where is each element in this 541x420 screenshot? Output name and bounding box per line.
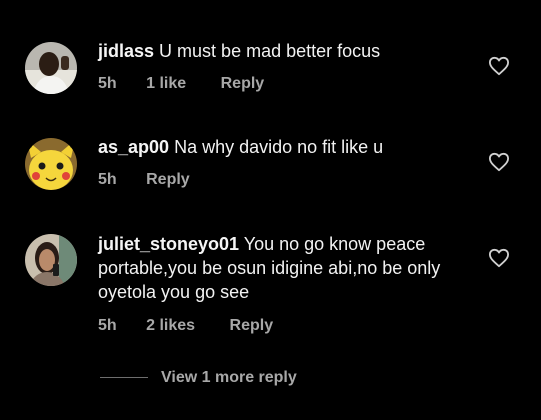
comment-meta: 5h 1 like Reply bbox=[98, 74, 264, 94]
comment-text: jidlass U must be mad better focus bbox=[98, 39, 478, 63]
heart-outline-icon[interactable] bbox=[488, 152, 510, 172]
like-count[interactable]: 1 like bbox=[146, 74, 186, 94]
comment-message: U must be mad better focus bbox=[159, 41, 381, 61]
comment-text: as_ap00 Na why davido no fit like u bbox=[98, 135, 478, 159]
username[interactable]: juliet_stoneyo01 bbox=[98, 234, 239, 254]
divider-line bbox=[100, 377, 148, 378]
reply-button[interactable]: Reply bbox=[146, 170, 190, 190]
reply-button[interactable]: Reply bbox=[221, 74, 265, 94]
username[interactable]: jidlass bbox=[98, 41, 154, 61]
username[interactable]: as_ap00 bbox=[98, 137, 169, 157]
comment-message: Na why davido no fit like u bbox=[174, 137, 384, 157]
heart-outline-icon[interactable] bbox=[488, 248, 510, 268]
comment-text: juliet_stoneyo01 You no go know peace po… bbox=[98, 232, 478, 304]
heart-outline-icon[interactable] bbox=[488, 56, 510, 76]
avatar[interactable] bbox=[25, 42, 77, 94]
timestamp: 5h bbox=[98, 171, 117, 188]
view-more-replies-label: View 1 more reply bbox=[161, 369, 297, 386]
like-count[interactable]: 2 likes bbox=[146, 316, 195, 336]
reply-button[interactable]: Reply bbox=[230, 316, 274, 336]
comment-meta: 5h 2 likes Reply bbox=[98, 316, 273, 336]
avatar[interactable] bbox=[25, 138, 77, 190]
avatar[interactable] bbox=[25, 234, 77, 286]
comment-meta: 5h Reply bbox=[98, 170, 190, 190]
view-more-replies-button[interactable]: View 1 more reply bbox=[100, 367, 360, 389]
timestamp: 5h bbox=[98, 75, 117, 92]
timestamp: 5h bbox=[98, 317, 117, 334]
